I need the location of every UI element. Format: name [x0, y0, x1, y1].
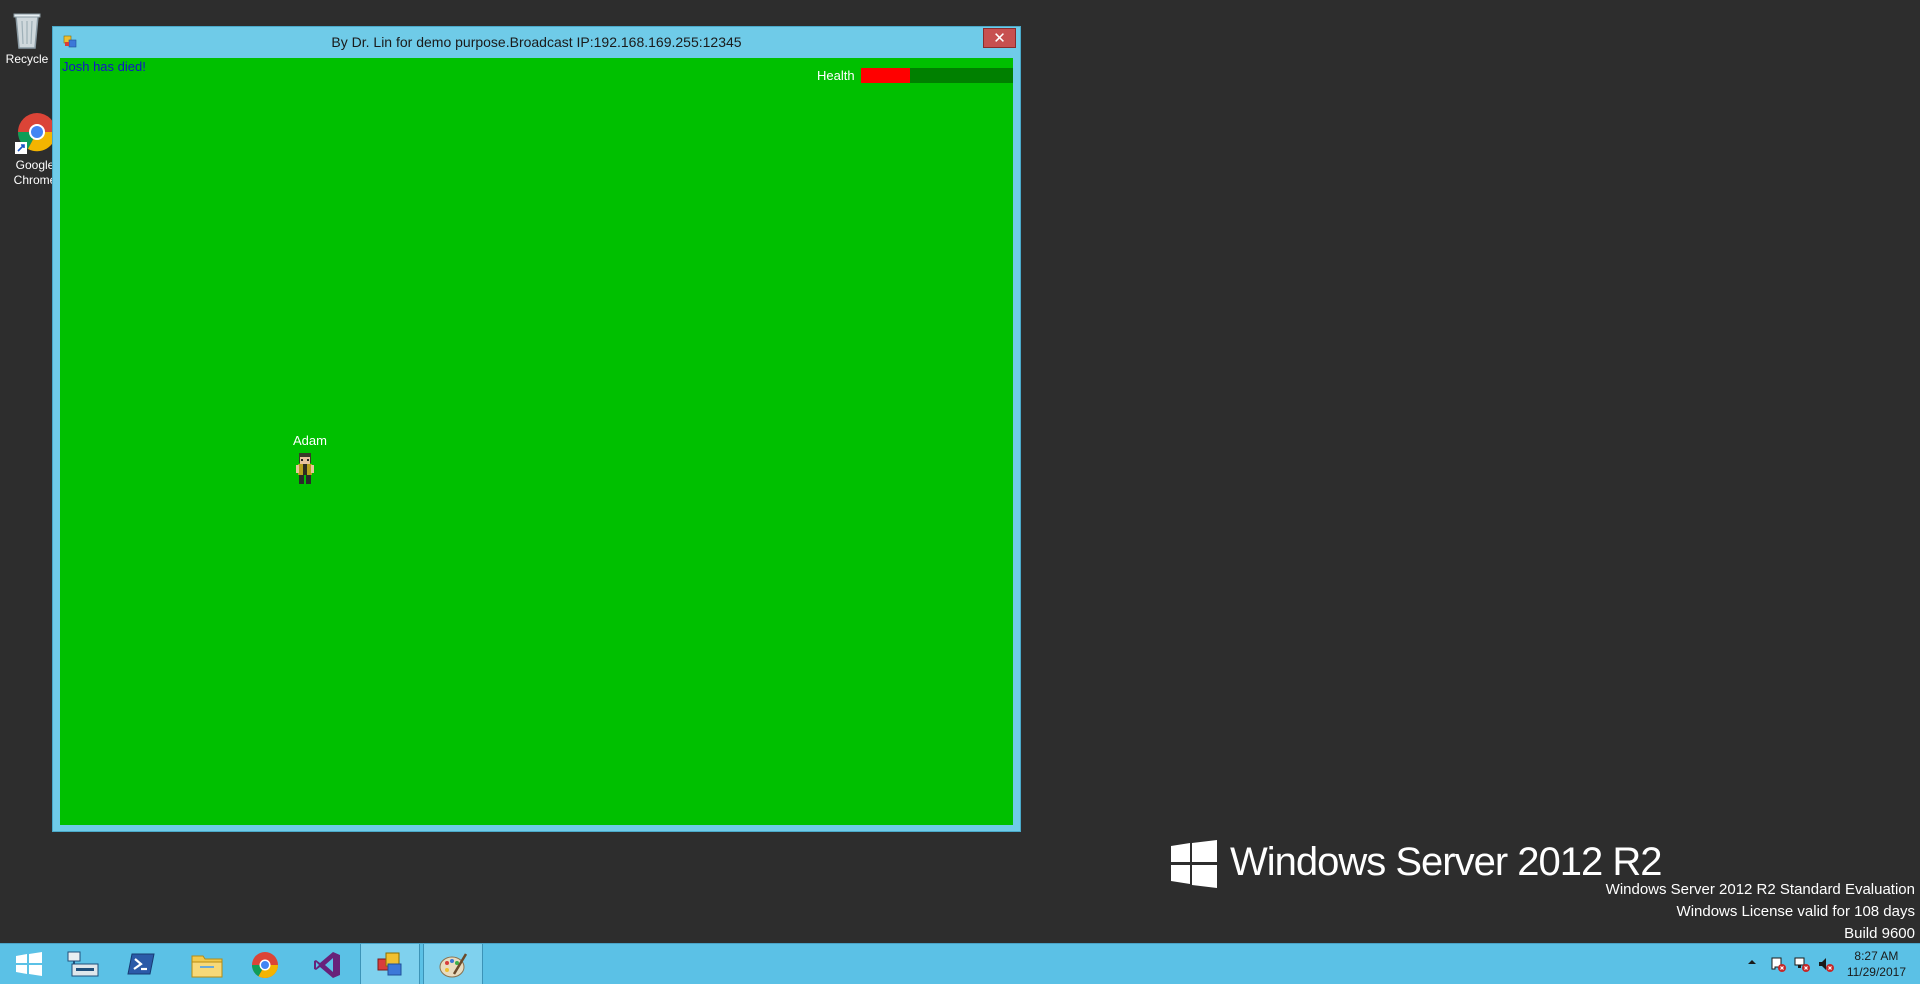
network-icon[interactable]: [1794, 956, 1810, 972]
taskbar-chrome[interactable]: [236, 944, 296, 984]
title-bar[interactable]: By Dr. Lin for demo purpose.Broadcast IP…: [53, 27, 1020, 57]
server-manager-icon: [67, 951, 99, 977]
event-message: Josh has died!: [62, 59, 146, 74]
paint-icon: [439, 953, 468, 978]
visual-studio-icon: [314, 952, 340, 978]
health-bar-fill: [861, 68, 910, 83]
close-button[interactable]: ✕: [983, 28, 1016, 48]
taskbar-game-app[interactable]: [360, 944, 420, 984]
volume-icon[interactable]: [1818, 956, 1834, 972]
window-title: By Dr. Lin for demo purpose.Broadcast IP…: [331, 34, 742, 50]
os-watermark: Windows Server 2012 R2 Standard Evaluati…: [1606, 879, 1915, 945]
taskbar-powershell[interactable]: [112, 944, 172, 984]
game-window: By Dr. Lin for demo purpose.Broadcast IP…: [52, 26, 1021, 832]
taskbar-paint[interactable]: [423, 944, 483, 984]
taskbar: 8:27 AM 11/29/2017: [0, 943, 1920, 984]
os-logo-text: Windows Server 2012 R2: [1230, 840, 1663, 884]
watermark-edition: Windows Server 2012 R2 Standard Evaluati…: [1605, 881, 1915, 898]
taskbar-file-explorer[interactable]: [176, 944, 236, 984]
start-button[interactable]: [0, 944, 60, 984]
recycle-bin-label: Recycle: [5, 52, 49, 66]
health-label: Health: [817, 68, 855, 83]
player-name-label: Adam: [293, 433, 327, 448]
watermark-license: Windows License valid for 108 days: [1676, 903, 1915, 920]
powershell-icon: [127, 953, 155, 975]
clock-date: 11/29/2017: [1846, 965, 1906, 979]
windows-logo-icon: [1171, 840, 1217, 888]
taskbar-server-manager[interactable]: [52, 944, 112, 984]
action-center-icon[interactable]: [1770, 956, 1786, 972]
health-bar: [861, 68, 1013, 83]
taskbar-clock[interactable]: 8:27 AM 11/29/2017: [1847, 948, 1906, 980]
game-canvas[interactable]: Josh has died! Health Adam: [60, 58, 1013, 825]
chevron-up-icon[interactable]: [1744, 954, 1760, 970]
chrome-desktop-label: Google Chrome: [13, 158, 57, 187]
start-icon: [16, 952, 42, 976]
chrome-icon: [15, 112, 57, 156]
watermark-build: Build 9600: [1844, 925, 1915, 942]
game-app-icon: [377, 952, 402, 976]
taskbar-visual-studio[interactable]: [298, 944, 358, 984]
clock-time: 8:27 AM: [1854, 949, 1899, 963]
chrome-icon: [251, 952, 279, 979]
file-explorer-icon: [191, 955, 223, 978]
recycle-bin-icon: [7, 6, 47, 50]
player-sprite: [294, 452, 316, 486]
